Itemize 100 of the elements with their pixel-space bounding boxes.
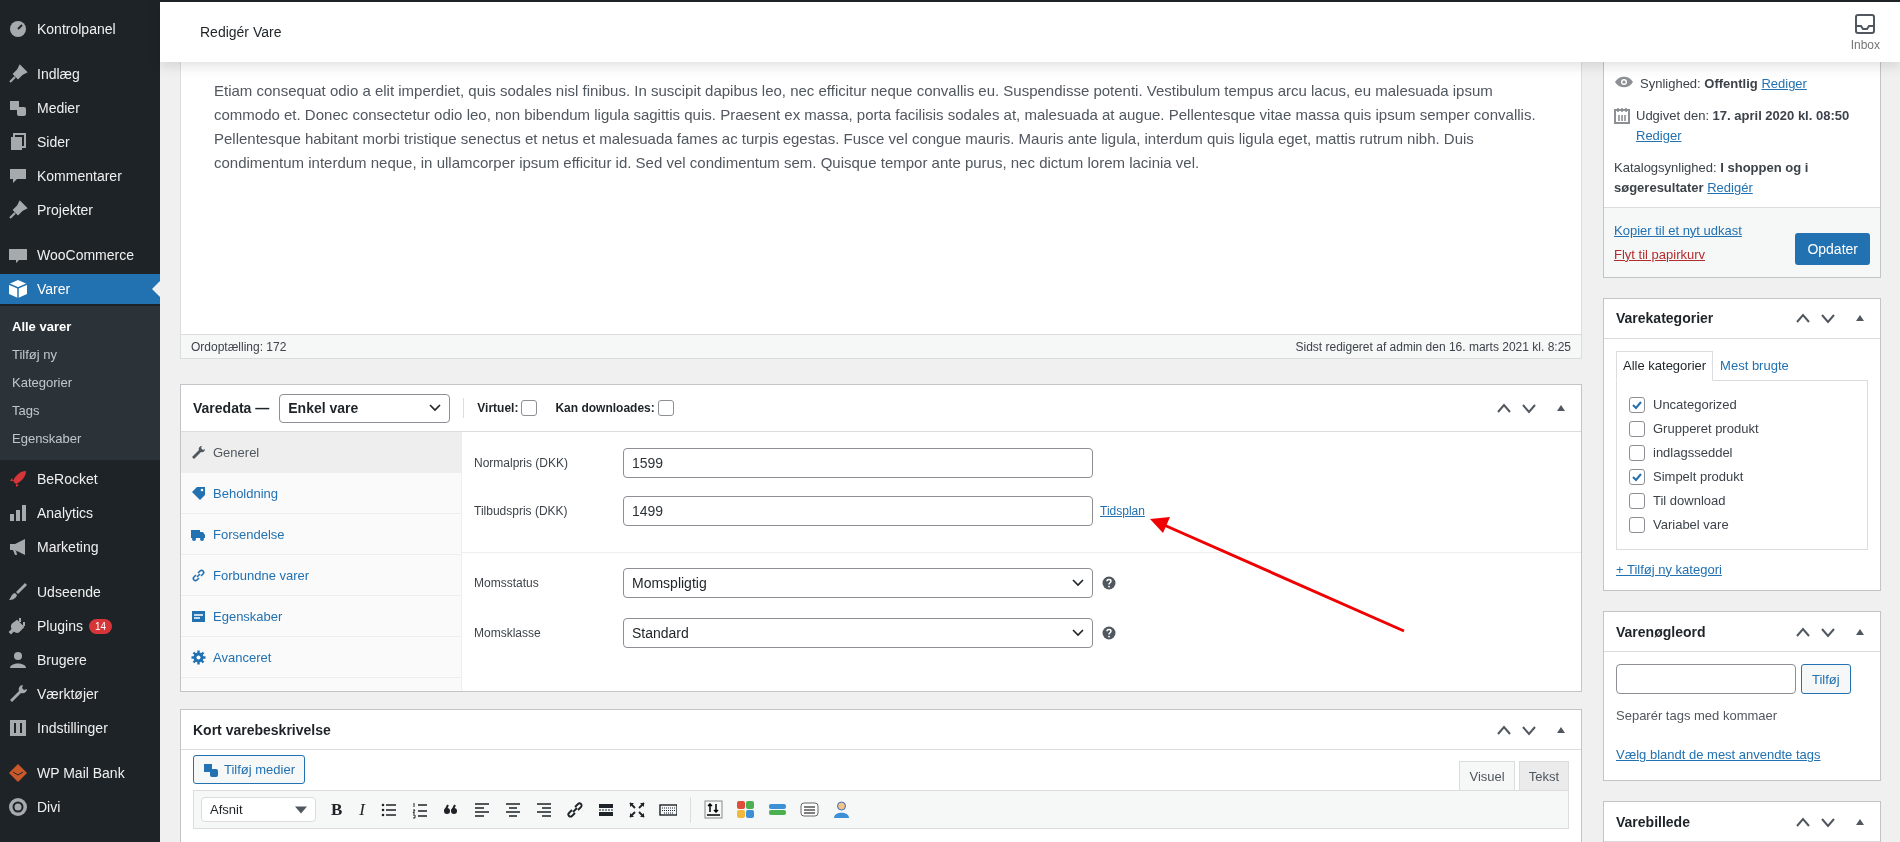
field-label: Tilbudspris (DKK): [474, 504, 569, 518]
add-category-link[interactable]: + Tilføj ny kategori: [1616, 561, 1722, 577]
dropdown-select[interactable]: Standard: [623, 618, 1093, 648]
product-data-tab[interactable]: Forsendelse: [181, 514, 461, 555]
product-data-tab[interactable]: Avanceret: [181, 637, 461, 678]
sidebar-item[interactable]: Analytics: [0, 496, 160, 530]
tag-input[interactable]: [1616, 664, 1796, 695]
link-icon[interactable]: [566, 800, 584, 819]
sidebar-item[interactable]: BeRocket: [0, 462, 160, 496]
submenu-item[interactable]: Kategorier: [0, 369, 160, 397]
editor-mode-tab[interactable]: Tekst: [1518, 761, 1569, 790]
media-icon: [203, 761, 219, 778]
sidebar-item[interactable]: Divi: [0, 790, 160, 824]
align-left-icon[interactable]: [473, 800, 491, 819]
edit-link[interactable]: Rediger: [1636, 128, 1682, 143]
megaphone-icon: [8, 537, 28, 557]
sidebar-item[interactable]: Indstillinger: [0, 711, 160, 745]
sidebar-item[interactable]: Værktøjer: [0, 677, 160, 711]
sidebar-item[interactable]: Varer: [0, 274, 160, 304]
box-title: Varekategorier: [1616, 310, 1714, 327]
tag-icon: [191, 485, 206, 501]
submenu-item[interactable]: Tilføj ny: [0, 341, 160, 369]
sidebar-item[interactable]: Kontrolpanel: [0, 12, 160, 46]
sidebar-item[interactable]: WooCommerce: [0, 238, 160, 272]
sidebar-item[interactable]: Medier: [0, 91, 160, 125]
format-select[interactable]: Afsnit: [201, 797, 316, 822]
align-center-icon[interactable]: [504, 800, 522, 819]
add-tag-button[interactable]: Tilføj: [1801, 664, 1851, 695]
copy-draft-link[interactable]: Kopier til et nyt udkast: [1614, 222, 1742, 238]
caret-icon: [295, 805, 307, 814]
checkbox[interactable]: [1629, 420, 1645, 437]
submenu-item[interactable]: Egenskaber: [0, 425, 160, 453]
list-card-icon: [191, 608, 206, 624]
tags-hint: Separér tags med kommaer: [1616, 708, 1779, 724]
sidebar-item[interactable]: Indlæg: [0, 57, 160, 91]
sidebar-item[interactable]: Plugins 14: [0, 609, 160, 643]
eye-icon: [1614, 75, 1634, 89]
category-label: Til download: [1653, 493, 1726, 509]
gear-icon: [191, 649, 206, 665]
sidebar-item[interactable]: Marketing: [0, 530, 160, 564]
checkbox[interactable]: [1629, 492, 1645, 509]
checkbox[interactable]: [1629, 468, 1645, 485]
trash-link[interactable]: Flyt til papirkurv: [1614, 246, 1742, 262]
product-data-tab[interactable]: Egenskaber: [181, 596, 461, 637]
option-label: Kan downloades:: [555, 401, 655, 415]
editor-paragraph[interactable]: Etiam consequat odio a elit imperdiet, quis sodales nisl finibus. In suscipit dapibus leo, nec efficitur neque convallis eu. Suspendisse potenti. Vestibulum tempus arcu lacus, eu malesuada ipsum commodo et. Donec consectetur odio leo, non bibendum ligula sagittis quis. Praesent ex massa, porta facilisis sodales at, malesuada at augue. Pellentesque vitae massa quis ipsum semper convallis. Pellentesque habitant morbi tristique senectus et netus et malesuada fames ac turpis egestas. Fusce vel congue mauris. Mauris ante ligula, interdum quis ligula eget, mattis rutrum nibh. Duis condimentum interdum neque, in ullamcorper ipsum efficitur id. Sed vel condimentum sem. Quisque tempor ante purus, nec dictum lorem lacinia vel.: [181, 62, 1581, 334]
upload-icon[interactable]: [704, 800, 723, 819]
choose-tags-link[interactable]: Vælg blandt de mest anvendte tags: [1616, 747, 1821, 763]
update-button[interactable]: Opdater: [1795, 233, 1870, 266]
sidebar-item[interactable]: Kommentarer: [0, 159, 160, 193]
numbered-list-icon[interactable]: [411, 800, 429, 819]
schedule-link[interactable]: Tidsplan: [1100, 504, 1145, 518]
product-data-tab[interactable]: Generel: [181, 432, 461, 473]
page-title: Redigér Vare: [200, 24, 283, 40]
fullscreen-icon[interactable]: [628, 800, 646, 819]
edit-link[interactable]: Rediger: [1761, 76, 1807, 91]
sidebar-item[interactable]: Udseende: [0, 575, 160, 609]
sidebar-item[interactable]: Projekter: [0, 193, 160, 227]
italic-button[interactable]: I: [357, 799, 367, 820]
checkbox[interactable]: [657, 400, 674, 416]
bar-chart-icon: [8, 503, 28, 523]
inbox-button[interactable]: Inbox: [1850, 12, 1880, 52]
category-tab[interactable]: Alle kategorier: [1616, 350, 1714, 381]
sidebar-item[interactable]: Sider: [0, 125, 160, 159]
sidebar-item[interactable]: WP Mail Bank: [0, 756, 160, 790]
submenu-item[interactable]: Alle varer: [0, 313, 160, 341]
dropdown-select[interactable]: Momspligtig: [623, 568, 1093, 598]
submenu-item[interactable]: Tags: [0, 397, 160, 425]
add-media-button[interactable]: Tilføj medier: [193, 755, 306, 784]
visibility-text: Synlighed: Offentlig Rediger: [1640, 75, 1807, 93]
text-lines-icon[interactable]: [800, 800, 819, 819]
bold-button[interactable]: B: [329, 799, 345, 820]
edit-link[interactable]: Redigér: [1707, 180, 1753, 195]
price-input[interactable]: 1499: [623, 496, 1093, 526]
rocket-icon: [8, 469, 28, 489]
calendar-icon: [1614, 107, 1630, 124]
colored-squares-icon[interactable]: [736, 800, 755, 819]
person-icon[interactable]: [832, 800, 851, 819]
help-icon[interactable]: [1102, 576, 1116, 590]
option-label: Virtuel:: [477, 401, 519, 415]
pin-icon: [8, 64, 28, 84]
product-data-tab[interactable]: Beholdning: [181, 473, 461, 514]
category-label: Uncategorized: [1653, 397, 1737, 413]
editor-mode-tab[interactable]: Visuel: [1459, 761, 1515, 790]
checkbox[interactable]: [1629, 444, 1645, 461]
category-tab[interactable]: Mest brugte: [1713, 350, 1796, 380]
box-title: Kort varebeskrivelse: [193, 721, 331, 738]
product-type-select[interactable]: Enkel vare: [279, 393, 451, 423]
sidebar-item[interactable]: Brugere: [0, 643, 160, 677]
price-input[interactable]: 1599: [623, 448, 1093, 478]
chevron-down-icon: [1072, 579, 1084, 587]
checkbox[interactable]: [1629, 396, 1645, 413]
checkbox[interactable]: [1629, 516, 1645, 533]
field-label: Normalpris (DKK): [474, 456, 569, 470]
product-data-tab[interactable]: Forbundne varer: [181, 555, 461, 596]
help-icon[interactable]: [1102, 626, 1116, 640]
checkbox[interactable]: [521, 400, 538, 416]
align-right-icon[interactable]: [535, 800, 553, 819]
count-badge: 14: [88, 618, 113, 634]
speech-bubble-icon: [8, 166, 28, 186]
